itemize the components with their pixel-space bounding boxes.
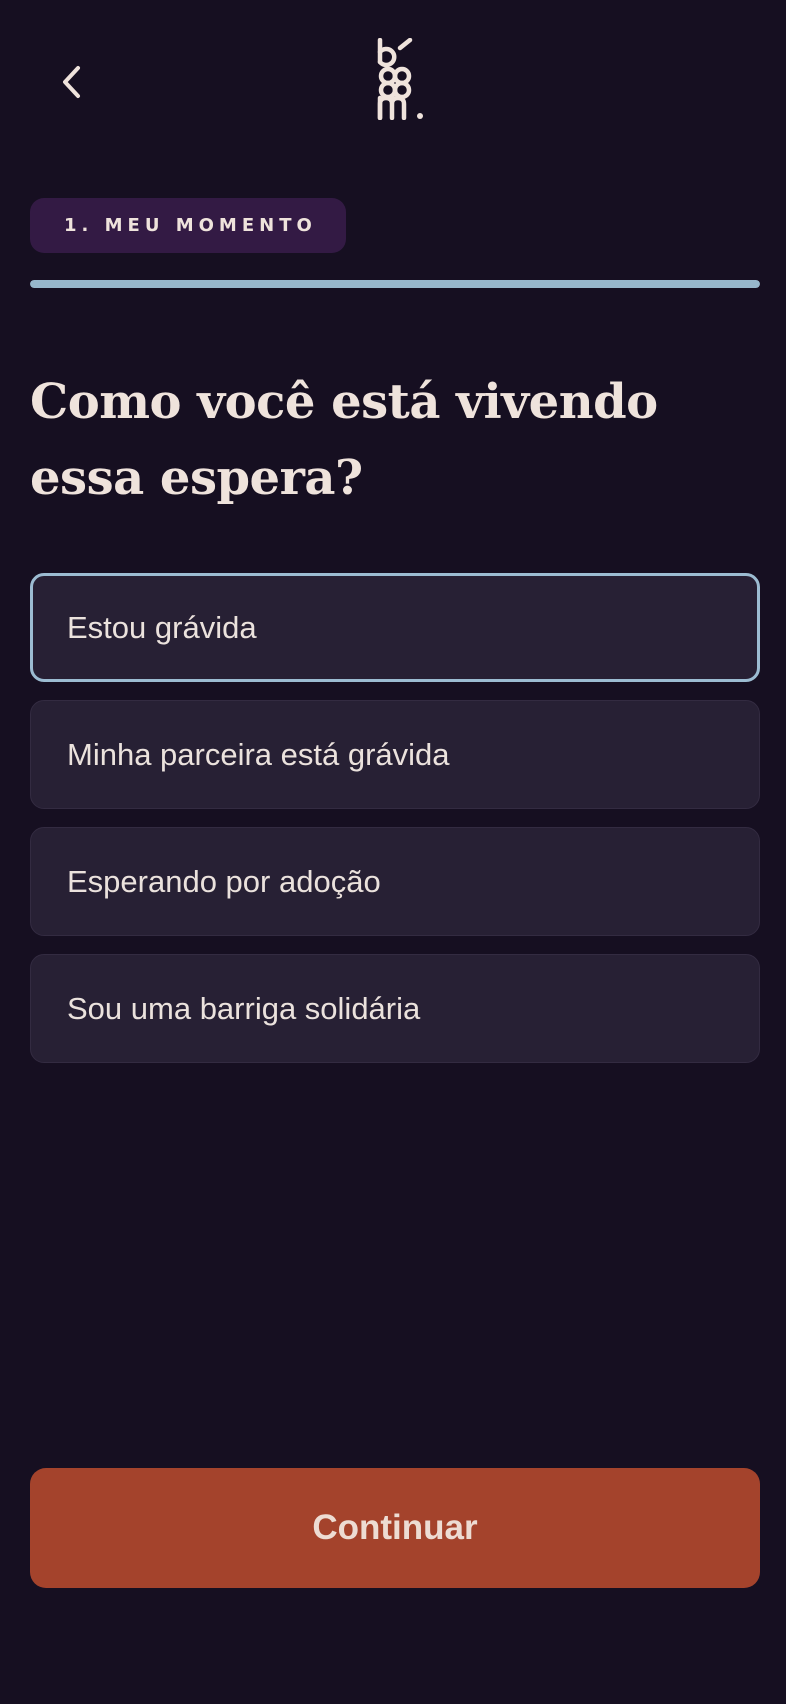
option-label: Sou uma barriga solidária (67, 990, 421, 1026)
chevron-left-icon (63, 66, 80, 98)
option-minha-parceira-gravida[interactable]: Minha parceira está grávida (30, 700, 760, 809)
back-button[interactable] (52, 58, 92, 106)
options-list: Estou grávida Minha parceira está grávid… (30, 573, 760, 1081)
continue-button[interactable]: Continuar (30, 1468, 760, 1588)
progress-bar-fill (30, 280, 760, 288)
progress-bar (30, 280, 760, 288)
bloom-logo-icon (377, 38, 423, 120)
option-label: Minha parceira está grávida (67, 736, 450, 772)
option-label: Esperando por adoção (67, 863, 381, 899)
step-badge: 1. MEU MOMENTO (30, 198, 346, 253)
option-barriga-solidaria[interactable]: Sou uma barriga solidária (30, 954, 760, 1063)
option-estou-gravida[interactable]: Estou grávida (30, 573, 760, 682)
option-esperando-adocao[interactable]: Esperando por adoção (30, 827, 760, 936)
option-label: Estou grávida (67, 609, 257, 645)
question-title: Como você está vivendo essa espera? (30, 374, 658, 506)
